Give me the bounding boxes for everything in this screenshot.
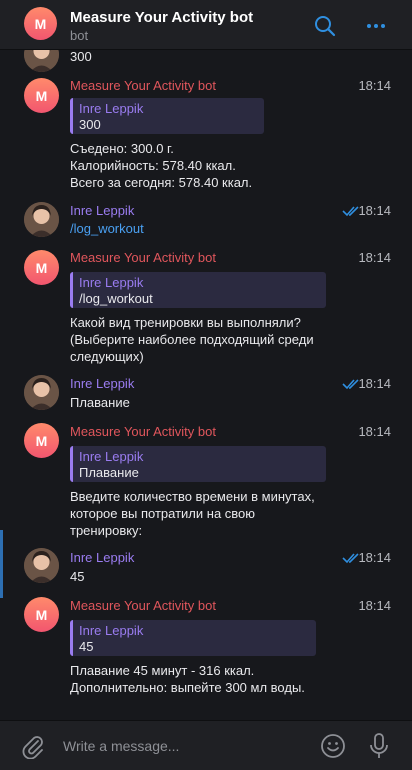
quote-author: Inre Leppik: [79, 449, 144, 464]
bot-avatar[interactable]: M: [24, 597, 59, 632]
more-options-icon[interactable]: [364, 14, 388, 38]
message-time: 18:14: [358, 376, 391, 391]
sender-name[interactable]: Inre Leppik: [70, 550, 134, 565]
message-text: 300: [70, 50, 92, 64]
reply-quote[interactable]: Inre Leppik Плавание: [70, 446, 326, 482]
emoji-icon[interactable]: [320, 733, 346, 759]
reply-quote[interactable]: Inre Leppik 300: [70, 98, 264, 134]
sender-name[interactable]: Measure Your Activity bot: [70, 598, 216, 613]
paperclip-icon[interactable]: [20, 733, 46, 760]
read-checks-icon: [342, 553, 359, 564]
reply-quote[interactable]: Inre Leppik /log_workout: [70, 272, 326, 308]
quote-text: 300: [79, 117, 101, 132]
bot-avatar[interactable]: M: [24, 423, 59, 458]
unread-marker: [0, 530, 3, 598]
message-text: Какой вид тренировки вы выполняли? (Выбе…: [70, 315, 314, 364]
chat-title[interactable]: Measure Your Activity bot: [70, 9, 253, 26]
avatar[interactable]: [24, 375, 59, 410]
command-link[interactable]: /log_workout: [70, 220, 390, 237]
quote-text: Плавание: [79, 465, 139, 480]
message-time: 18:14: [358, 550, 391, 565]
sender-name[interactable]: Inre Leppik: [70, 203, 134, 218]
chat-subtitle: bot: [70, 28, 89, 43]
avatar[interactable]: [24, 202, 59, 237]
quote-author: Inre Leppik: [79, 275, 144, 290]
message-text: 45: [70, 569, 85, 584]
read-checks-icon: [342, 206, 359, 217]
microphone-icon[interactable]: [366, 732, 392, 760]
message-input[interactable]: [63, 734, 293, 758]
message-text: Плавание 45 минут - 316 ккал. Дополнител…: [70, 663, 305, 695]
sender-name[interactable]: Inre Leppik: [70, 376, 134, 391]
avatar[interactable]: [24, 548, 59, 583]
search-icon[interactable]: [313, 14, 337, 38]
message-text: Плавание: [70, 395, 130, 410]
quote-author: Inre Leppik: [79, 623, 144, 638]
reply-quote[interactable]: Inre Leppik 45: [70, 620, 316, 656]
chat-header: M Measure Your Activity bot bot: [0, 0, 412, 50]
bot-avatar[interactable]: M: [24, 250, 59, 285]
sender-name[interactable]: Measure Your Activity bot: [70, 78, 216, 93]
bot-avatar[interactable]: M: [24, 7, 57, 40]
message-time: 18:14: [358, 598, 391, 613]
sender-name[interactable]: Measure Your Activity bot: [70, 424, 216, 439]
avatar[interactable]: [24, 50, 59, 72]
message-text: Введите количество времени в минутах, ко…: [70, 489, 315, 538]
sender-name[interactable]: Measure Your Activity bot: [70, 250, 216, 265]
message-text: Съедено: 300.0 г. Калорийность: 578.40 к…: [70, 141, 253, 190]
message-time: 18:14: [358, 203, 391, 218]
read-checks-icon: [342, 379, 359, 390]
message-time: 18:14: [358, 78, 391, 93]
message-list[interactable]: 300 M Measure Your Activity bot 18:14 In…: [0, 50, 412, 720]
bot-avatar[interactable]: M: [24, 78, 59, 113]
quote-text: /log_workout: [79, 291, 153, 306]
quote-text: 45: [79, 639, 94, 654]
message-composer: [0, 720, 412, 770]
message-time: 18:14: [358, 424, 391, 439]
quote-author: Inre Leppik: [79, 101, 144, 116]
message-time: 18:14: [358, 250, 391, 265]
